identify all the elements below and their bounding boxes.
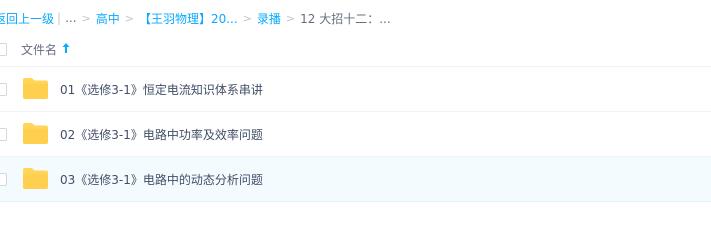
filename-column-header[interactable]: 文件名 [21,41,57,58]
breadcrumb-divider: | [57,11,62,25]
chevron-right-icon: > [81,11,91,25]
breadcrumb-item-gaozhong[interactable]: 高中 [96,10,120,27]
file-row[interactable]: 03《选修3-1》电路中的动态分析问题 [0,157,711,202]
back-link[interactable]: 返回上一级 [0,10,54,27]
breadcrumb-ellipsis[interactable]: ... [65,11,76,25]
breadcrumb-current: 12 大招十二：... [300,11,391,26]
folder-icon [23,123,48,144]
breadcrumb-item-wangyu-physics[interactable]: 【王羽物理】20... [139,10,238,27]
file-name[interactable]: 03《选修3-1》电路中的动态分析问题 [60,171,263,188]
folder-icon [23,78,48,99]
chevron-right-icon: > [242,11,252,25]
breadcrumb-item-recordings[interactable]: 录播 [257,10,281,27]
chevron-right-icon: > [285,11,296,25]
folder-icon [23,168,48,189]
sort-up-arrow-icon[interactable] [61,41,71,55]
row-checkbox[interactable] [0,128,7,141]
file-row[interactable]: 02《选修3-1》电路中功率及效率问题 [0,112,711,157]
row-checkbox[interactable] [0,173,7,186]
file-browser: 返回上一级 | ... > 高中 > 【王羽物理】20... > 录播 > 12… [0,0,711,247]
file-list-header: 文件名 [0,36,711,62]
row-checkbox[interactable] [0,83,7,96]
file-row[interactable]: 01《选修3-1》恒定电流知识体系串讲 [0,67,711,112]
file-name[interactable]: 01《选修3-1》恒定电流知识体系串讲 [60,81,263,98]
chevron-right-icon: > [124,11,134,25]
file-name[interactable]: 02《选修3-1》电路中功率及效率问题 [60,126,263,143]
breadcrumb: 返回上一级 | ... > 高中 > 【王羽物理】20... > 录播 > 12… [0,10,391,26]
select-all-checkbox[interactable] [0,42,7,56]
